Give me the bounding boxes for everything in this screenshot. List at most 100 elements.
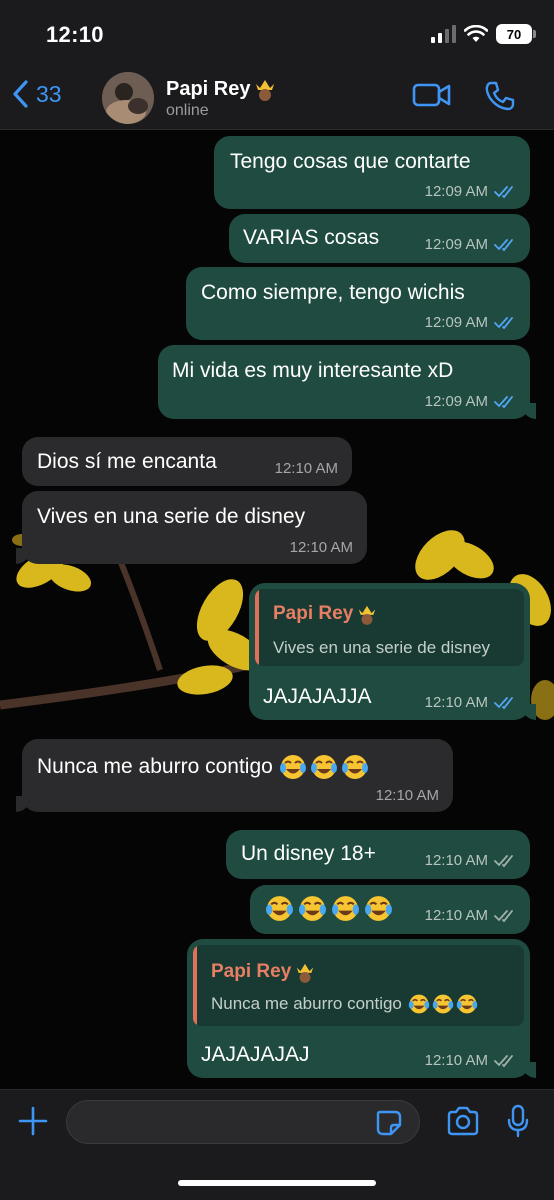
message-text: JAJAJAJJA bbox=[263, 685, 372, 708]
wifi-icon bbox=[464, 25, 488, 42]
message-meta: 12:10 AM bbox=[425, 852, 516, 869]
message-time: 12:09 AM bbox=[424, 183, 488, 200]
message-bubble-outgoing[interactable]: Un disney 18+ 12:10 AM bbox=[226, 830, 530, 879]
video-call-button[interactable] bbox=[412, 80, 452, 115]
microphone-icon bbox=[507, 1104, 529, 1138]
message-bubble-incoming[interactable]: Dios sí me encanta 12:10 AM bbox=[22, 437, 352, 486]
message-text: VARIAS cosas bbox=[243, 226, 380, 249]
message-bubble-outgoing-reply[interactable]: Papi Rey Vives en una serie de disney JA… bbox=[249, 583, 536, 720]
message-time: 12:10 AM bbox=[424, 1052, 488, 1069]
read-ticks-icon bbox=[494, 238, 513, 251]
message-meta: 12:10 AM bbox=[425, 1052, 516, 1069]
battery-indicator: 70 bbox=[496, 24, 536, 44]
quoted-text: Vives en una serie de disney bbox=[273, 638, 491, 657]
crown-emoji bbox=[359, 605, 376, 625]
message-bubble-outgoing[interactable]: Como siempre, tengo wichis 12:09 AM bbox=[186, 267, 530, 340]
quoted-author: Papi Rey bbox=[273, 603, 377, 625]
sticker-button[interactable] bbox=[375, 1109, 403, 1142]
crown-emoji bbox=[297, 963, 314, 983]
status-bar: 12:10 70 bbox=[0, 0, 554, 64]
message-content: Nunca me aburro contigo bbox=[37, 753, 369, 781]
signal-icon bbox=[431, 25, 456, 43]
message-text: Vives en una serie de disney bbox=[37, 505, 306, 528]
phone-icon bbox=[485, 81, 515, 111]
message-time: 12:10 AM bbox=[289, 539, 353, 556]
tears-of-joy-emoji bbox=[432, 994, 454, 1014]
back-button[interactable]: 33 bbox=[10, 78, 62, 110]
sticker-icon bbox=[376, 1110, 402, 1136]
quoted-text: Nunca me aburro contigo bbox=[211, 994, 402, 1013]
bubble-tail bbox=[16, 796, 30, 812]
message-text: Como siempre, tengo wichis bbox=[201, 281, 465, 304]
video-call-icon bbox=[412, 83, 451, 107]
status-time: 12:10 bbox=[46, 22, 104, 47]
message-bubble-incoming[interactable]: Vives en una serie de disney 12:10 AM bbox=[16, 491, 367, 564]
message-bubble-outgoing-reply[interactable]: Papi Rey Nunca me aburro contigo JAJAJAJ… bbox=[187, 939, 536, 1078]
tears-of-joy-emoji bbox=[456, 994, 478, 1014]
laugh-emoji-group bbox=[408, 993, 478, 1015]
message-time: 12:10 AM bbox=[375, 787, 439, 804]
message-meta: 12:09 AM bbox=[425, 393, 516, 410]
contact-name-text: Papi Rey bbox=[166, 77, 251, 100]
read-ticks-icon bbox=[494, 395, 513, 408]
bubble-tail bbox=[16, 548, 30, 564]
delivered-ticks-icon bbox=[494, 909, 513, 922]
avatar-photo bbox=[102, 72, 154, 124]
quoted-author-name: Papi Rey bbox=[211, 961, 292, 982]
read-ticks-icon bbox=[494, 185, 513, 198]
bubble-tail bbox=[522, 1062, 536, 1078]
message-time: 12:09 AM bbox=[424, 236, 488, 253]
quoted-message[interactable]: Papi Rey Vives en una serie de disney bbox=[255, 589, 524, 666]
home-indicator[interactable] bbox=[178, 1180, 376, 1186]
message-time: 12:10 AM bbox=[424, 694, 488, 711]
message-list[interactable]: Tengo cosas que contarte 12:09 AM VARIAS… bbox=[0, 131, 554, 1089]
message-meta: 12:10 AM bbox=[376, 787, 439, 804]
message-bubble-incoming[interactable]: Nunca me aburro contigo 12:10 AM bbox=[16, 739, 453, 812]
message-text: Nunca me aburro contigo bbox=[37, 755, 273, 778]
tears-of-joy-emoji bbox=[299, 896, 326, 921]
crown-emoji bbox=[256, 80, 275, 101]
contact-name[interactable]: Papi Rey bbox=[166, 77, 276, 101]
tears-of-joy-emoji bbox=[341, 755, 368, 779]
message-time: 12:09 AM bbox=[424, 314, 488, 331]
quote-accent-bar bbox=[255, 589, 259, 666]
quoted-message[interactable]: Papi Rey Nunca me aburro contigo bbox=[193, 945, 524, 1026]
plus-icon bbox=[18, 1106, 48, 1136]
bubble-tail bbox=[522, 403, 536, 419]
camera-icon bbox=[447, 1106, 479, 1136]
message-text: JAJAJAJAJ bbox=[201, 1043, 310, 1066]
laugh-emoji-group bbox=[279, 753, 369, 781]
message-bubble-outgoing[interactable]: Tengo cosas que contarte 12:09 AM bbox=[214, 136, 530, 209]
unread-count: 33 bbox=[36, 80, 62, 107]
message-bubble-outgoing[interactable]: Mi vida es muy interesante xD 12:09 AM bbox=[158, 345, 536, 419]
message-input[interactable] bbox=[66, 1100, 420, 1144]
delivered-ticks-icon bbox=[494, 1054, 513, 1067]
message-meta: 12:10 AM bbox=[290, 539, 353, 556]
read-ticks-icon bbox=[494, 316, 513, 329]
tears-of-joy-emoji bbox=[332, 896, 359, 921]
message-time: 12:10 AM bbox=[274, 460, 338, 477]
message-time: 12:10 AM bbox=[424, 907, 488, 924]
bubble-tail bbox=[522, 704, 536, 720]
message-text: Dios sí me encanta bbox=[37, 450, 217, 473]
quoted-content: Nunca me aburro contigo bbox=[211, 993, 478, 1015]
tears-of-joy-emoji bbox=[279, 755, 306, 779]
delivered-ticks-icon bbox=[494, 854, 513, 867]
quote-accent-bar bbox=[193, 945, 197, 1026]
tears-of-joy-emoji bbox=[365, 896, 392, 921]
message-time: 12:10 AM bbox=[424, 852, 488, 869]
contact-status: online bbox=[166, 102, 209, 119]
chat-header: 33 Papi Rey online bbox=[0, 64, 554, 130]
camera-button[interactable] bbox=[446, 1106, 480, 1141]
voice-call-button[interactable] bbox=[484, 80, 516, 117]
message-meta: 12:10 AM bbox=[425, 907, 516, 924]
message-bubble-outgoing[interactable]: VARIAS cosas 12:09 AM bbox=[229, 214, 530, 263]
attach-button[interactable] bbox=[18, 1106, 48, 1141]
avatar[interactable] bbox=[102, 72, 154, 124]
voice-message-button[interactable] bbox=[506, 1104, 530, 1143]
message-meta: 12:10 AM bbox=[275, 460, 338, 477]
message-bubble-outgoing[interactable]: 12:10 AM bbox=[250, 885, 530, 934]
tears-of-joy-emoji bbox=[266, 896, 293, 921]
laugh-emoji-group bbox=[265, 894, 393, 923]
tears-of-joy-emoji bbox=[408, 994, 430, 1014]
